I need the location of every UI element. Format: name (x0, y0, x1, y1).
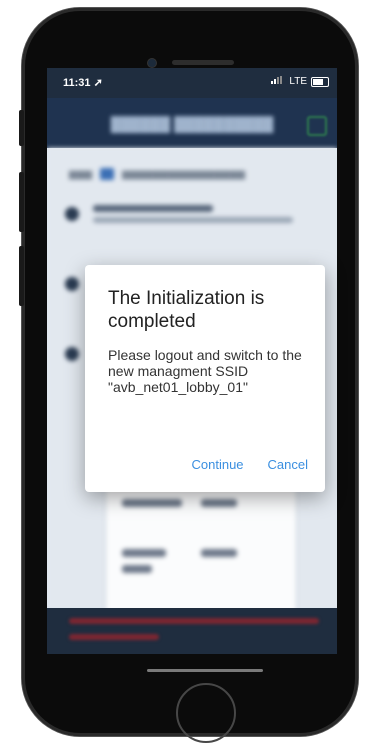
status-indicators: LTE (271, 76, 329, 87)
initialization-dialog: The Initialization is completed Please l… (85, 265, 325, 492)
signal-bars-icon (271, 76, 285, 87)
continue-button[interactable]: Continue (191, 457, 243, 472)
volume-up-button (19, 172, 24, 232)
header-action-icon[interactable] (307, 116, 327, 136)
earpiece-speaker (172, 60, 234, 65)
bottom-warning-band (47, 608, 337, 654)
battery-icon (311, 76, 329, 87)
volume-down-button (19, 246, 24, 306)
home-button[interactable] (176, 683, 236, 743)
dialog-title: The Initialization is completed (108, 288, 265, 332)
app-title-blurred: ██████ ██████████ (110, 116, 274, 132)
silent-switch (19, 110, 24, 146)
network-type: LTE (289, 76, 307, 87)
front-camera (147, 58, 157, 68)
status-bar: 11:31 ➚ LTE (47, 68, 337, 98)
location-arrow-icon: ➚ (93, 77, 103, 89)
status-time: 11:31 ➚ (63, 77, 103, 89)
app-header: ██████ ██████████ (47, 98, 337, 148)
home-indicator[interactable] (147, 669, 263, 672)
cancel-button[interactable]: Cancel (268, 457, 308, 472)
step-tabs: ▆▆▆ ▆▆▆▆▆▆▆▆▆▆▆▆▆▆▆▆ (69, 168, 246, 180)
dialog-message: Please logout and switch to the new mana… (108, 347, 302, 395)
dialog-actions: Continue Cancel (191, 457, 308, 472)
